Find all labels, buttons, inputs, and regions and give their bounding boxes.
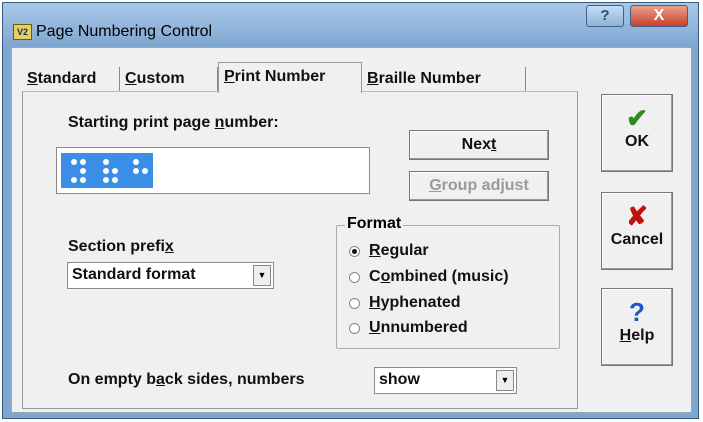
- format-group-title: Format: [345, 215, 404, 233]
- braille-value-selection: [61, 153, 153, 188]
- format-group: Format Regular Combined (music) Hyphenat…: [336, 215, 560, 349]
- close-button[interactable]: X: [630, 5, 688, 27]
- section-prefix-select[interactable]: Standard format ▼: [67, 262, 274, 289]
- cancel-button[interactable]: ✘ Cancel: [601, 192, 673, 270]
- dialog-client: Standard Custom Print Number Braille Num…: [11, 47, 692, 413]
- radio-unnumbered-label: Unnumbered: [369, 319, 468, 336]
- help-button[interactable]: ? Help: [601, 288, 673, 366]
- radio-button-selected[interactable]: [349, 246, 360, 257]
- starting-page-input[interactable]: [56, 147, 370, 194]
- tab-standard[interactable]: Standard: [22, 67, 120, 92]
- empty-back-sides-value: show: [379, 371, 420, 388]
- radio-button[interactable]: [349, 298, 360, 309]
- tab-print-number[interactable]: Print Number: [218, 62, 362, 93]
- radio-combined-label: Combined (music): [369, 268, 509, 285]
- group-adjust-button[interactable]: Group adjust: [409, 171, 549, 201]
- section-prefix-value: Standard format: [72, 266, 196, 283]
- radio-button[interactable]: [349, 272, 360, 283]
- chevron-down-icon[interactable]: ▼: [496, 370, 514, 391]
- window-title: Page Numbering Control: [36, 23, 213, 40]
- chevron-down-icon[interactable]: ▼: [253, 265, 271, 286]
- ok-label: OK: [625, 133, 649, 150]
- tab-custom[interactable]: Custom: [120, 67, 218, 92]
- empty-back-sides-label: On empty back sides, numbers: [68, 371, 305, 388]
- radio-hyphenated-label: Hyphenated: [369, 294, 461, 311]
- radio-button[interactable]: [349, 323, 360, 334]
- tab-braille-number[interactable]: Braille Number: [362, 67, 526, 92]
- empty-back-sides-select[interactable]: show ▼: [374, 367, 517, 394]
- starting-page-label: Starting print page number:: [68, 114, 279, 131]
- next-button[interactable]: Next: [409, 130, 549, 160]
- cross-icon: ✘: [626, 201, 648, 231]
- cancel-label: Cancel: [610, 231, 664, 248]
- question-mark-icon: ?: [629, 297, 645, 327]
- ok-button[interactable]: ✔ OK: [601, 94, 673, 172]
- app-icon: V2: [13, 24, 32, 40]
- titlebar-help-button[interactable]: ?: [586, 5, 624, 27]
- title-bar[interactable]: V2 Page Numbering Control ? X: [3, 3, 698, 47]
- dialog-window: V2 Page Numbering Control ? X Standard C…: [2, 2, 699, 419]
- section-prefix-label: Section prefix: [68, 238, 174, 255]
- radio-regular-label: Regular: [369, 242, 429, 259]
- help-label: Help: [619, 327, 655, 344]
- checkmark-icon: ✔: [626, 103, 648, 133]
